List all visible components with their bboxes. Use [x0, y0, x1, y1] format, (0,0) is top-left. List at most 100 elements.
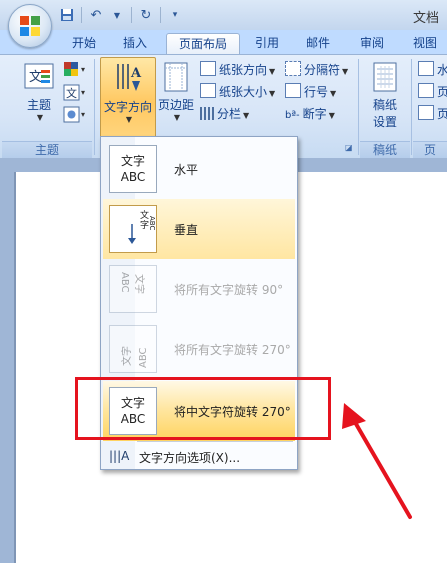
margins-icon	[164, 62, 188, 92]
title-bar: ↶ ▼ ↻ ▾ 文档	[0, 0, 447, 48]
page-color-label: 页	[437, 85, 447, 99]
group-separator	[94, 59, 95, 155]
red-arrow-icon	[342, 403, 412, 519]
menu-item-label: 将所有文字旋转 270°	[174, 343, 291, 357]
icon-text-top: 文字	[120, 154, 145, 168]
tab-mailings[interactable]: 邮件	[296, 33, 340, 54]
page-borders-button[interactable]: 页	[418, 104, 447, 124]
tab-page-layout[interactable]: 页面布局	[166, 33, 240, 55]
watermark-label: 水	[437, 63, 447, 77]
chevron-down-icon: ▼	[269, 89, 276, 98]
themes-group-label: 主题	[2, 141, 92, 158]
themes-icon: 文	[24, 63, 54, 89]
chevron-down-icon: ▼	[173, 113, 181, 122]
office-button[interactable]	[8, 4, 52, 48]
columns-button[interactable]: 分栏 ▼	[200, 104, 249, 124]
svg-text:文: 文	[29, 70, 42, 85]
svg-text:▾: ▾	[81, 65, 85, 74]
toolbar-separator	[81, 7, 82, 23]
breaks-button[interactable]: 分隔符 ▼	[285, 60, 348, 80]
draft-group-label: 稿纸	[360, 141, 410, 158]
chevron-down-icon: ▼	[36, 113, 44, 122]
menu-item-vertical[interactable]: 文 字 ABC 垂直	[103, 199, 295, 259]
menu-item-label: 垂直	[174, 223, 199, 237]
margins-button[interactable]: 页边距 ▼	[155, 61, 197, 122]
rotate-270-text-icon: 文字 ABC	[109, 325, 157, 373]
line-numbers-button[interactable]: 行号 ▼	[285, 82, 336, 102]
page-size-label: 纸张大小	[219, 85, 268, 99]
menu-item-horizontal[interactable]: 文字 ABC 水平	[103, 139, 295, 199]
page-size-button[interactable]: 纸张大小 ▼	[200, 82, 275, 102]
svg-text:文字: 文字	[133, 274, 146, 294]
chevron-down-icon: ▼	[269, 67, 276, 76]
columns-label: 分栏	[217, 107, 242, 121]
customize-qat-icon[interactable]: ▾	[166, 6, 184, 24]
svg-text:文字: 文字	[120, 346, 133, 366]
tab-review[interactable]: 审阅	[350, 33, 394, 54]
hyphenation-icon: bª-	[285, 110, 300, 121]
watermark-button[interactable]: 水	[418, 60, 447, 80]
page-color-button[interactable]: 页	[418, 82, 447, 102]
page-background-group-label: 页	[413, 141, 447, 158]
svg-text:ABC: ABC	[148, 216, 156, 230]
chevron-down-icon: ▼	[243, 111, 250, 120]
themes-button[interactable]: 文 主题 ▼	[16, 61, 62, 122]
window-title: 文档	[412, 11, 439, 26]
svg-text:文: 文	[66, 86, 77, 100]
breaks-icon	[285, 61, 301, 76]
group-separator	[411, 59, 412, 155]
draft-label-line2: 设置	[372, 115, 397, 129]
hyphenation-button[interactable]: bª- 断字 ▼	[285, 104, 335, 124]
orientation-icon	[200, 61, 216, 76]
icon-text-bottom: ABC	[120, 170, 146, 184]
theme-fonts-icon: 文 ▾	[63, 84, 85, 101]
tab-view[interactable]: 视图	[403, 33, 447, 54]
undo-dropdown-icon[interactable]: ▼	[108, 6, 126, 24]
menu-separator	[137, 441, 293, 442]
columns-icon	[200, 107, 214, 120]
theme-fonts-button[interactable]: 文 ▾	[63, 84, 89, 105]
line-numbers-label: 行号	[304, 85, 329, 99]
themes-label: 主题	[26, 98, 51, 112]
highlight-box	[75, 377, 331, 440]
undo-icon[interactable]: ↶	[87, 6, 105, 24]
text-direction-icon: A	[117, 64, 142, 91]
svg-text:A: A	[130, 66, 142, 81]
watermark-icon	[418, 61, 434, 76]
page-size-icon	[200, 83, 216, 98]
line-numbers-icon	[285, 83, 301, 98]
chevron-down-icon: ▼	[328, 111, 335, 120]
save-icon[interactable]	[58, 6, 76, 24]
page-borders-label: 页	[437, 107, 447, 121]
theme-effects-icon: ▾	[63, 106, 85, 123]
tab-insert[interactable]: 插入	[113, 33, 157, 54]
svg-text:ABC: ABC	[119, 272, 130, 293]
text-direction-button[interactable]: A 文字方向 ▼	[100, 57, 156, 141]
draft-paper-icon	[373, 62, 397, 92]
quick-access-toolbar: ↶ ▼ ↻ ▾	[58, 5, 184, 25]
svg-text:ABC: ABC	[138, 347, 149, 368]
page-setup-dialog-launcher[interactable]: ◪	[345, 143, 353, 152]
theme-colors-button[interactable]: ▾	[63, 61, 89, 82]
svg-text:▾: ▾	[81, 110, 85, 119]
tab-home[interactable]: 开始	[62, 33, 106, 54]
svg-text:字: 字	[140, 219, 149, 231]
redo-icon[interactable]: ↻	[137, 6, 155, 24]
menu-item-text-direction-options[interactable]: |||A 文字方向选项(X)...	[103, 443, 295, 471]
menu-item-label: 将所有文字旋转 90°	[174, 283, 284, 297]
text-direction-small-icon: |||A	[109, 449, 130, 463]
draft-label-line1: 稿纸	[372, 98, 397, 112]
orientation-button[interactable]: 纸张方向 ▼	[200, 60, 275, 80]
margins-label: 页边距	[157, 98, 194, 112]
page-borders-icon	[418, 105, 434, 120]
hyphenation-label: 断字	[302, 107, 327, 121]
menu-item-rotate-90: ABC 文字 将所有文字旋转 90°	[103, 259, 295, 319]
office-logo-icon	[20, 16, 40, 36]
tab-references[interactable]: 引用	[245, 33, 289, 54]
orientation-label: 纸张方向	[219, 63, 268, 77]
theme-effects-button[interactable]: ▾	[63, 106, 89, 127]
breaks-label: 分隔符	[304, 63, 341, 77]
toolbar-separator	[131, 7, 132, 23]
vertical-text-icon: 文 字 ABC	[109, 205, 157, 253]
draft-settings-button[interactable]: 稿纸 设置	[364, 61, 406, 130]
